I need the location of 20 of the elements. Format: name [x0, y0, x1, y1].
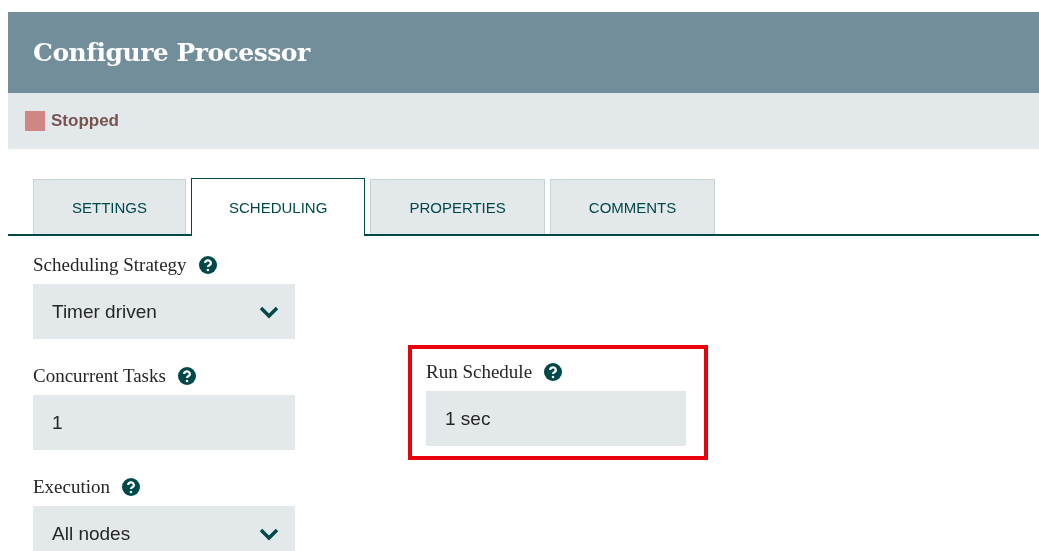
- status-text: Stopped: [51, 111, 119, 131]
- field-label: Execution: [33, 476, 111, 498]
- help-icon[interactable]: [122, 478, 141, 496]
- tab[interactable]: COMMENTS: [549, 179, 716, 234]
- field-label: Run Schedule: [426, 361, 533, 383]
- chevron-down-icon: [259, 526, 279, 541]
- window-title: Configure Processor: [33, 38, 310, 67]
- tab[interactable]: SCHEDULING: [191, 178, 366, 236]
- dropdown[interactable]: All nodes: [33, 506, 295, 551]
- tab[interactable]: SETTINGS: [33, 179, 186, 234]
- help-icon[interactable]: [198, 256, 217, 274]
- tab[interactable]: PROPERTIES: [370, 179, 545, 234]
- chevron-down-icon: [259, 304, 279, 319]
- field-label: Scheduling Strategy: [33, 254, 187, 276]
- input-field[interactable]: 1 sec: [426, 391, 686, 446]
- help-icon[interactable]: [544, 363, 563, 381]
- dropdown[interactable]: Timer driven: [33, 284, 295, 339]
- input-field[interactable]: 1: [33, 395, 295, 450]
- field-label: Concurrent Tasks: [33, 365, 166, 387]
- help-icon[interactable]: [177, 367, 196, 385]
